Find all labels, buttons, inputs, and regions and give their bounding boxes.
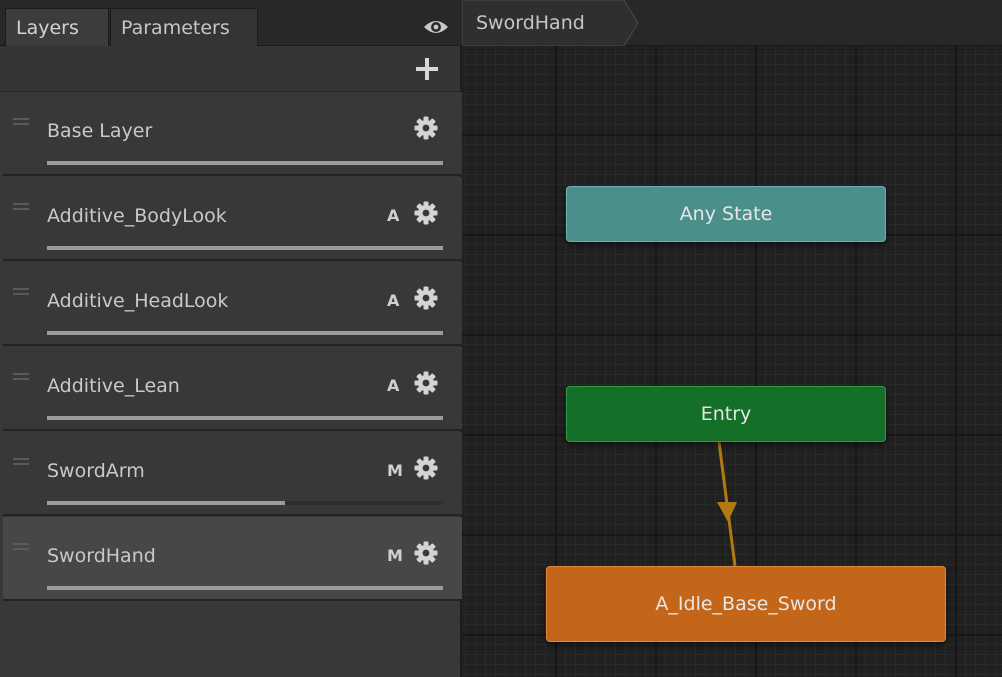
state-node-label: Entry	[700, 403, 752, 425]
tab-layers[interactable]: Layers	[5, 8, 109, 46]
layer-weight-fill	[47, 161, 443, 165]
gear-icon[interactable]	[413, 200, 439, 226]
layer-weight-fill	[47, 331, 443, 335]
plus-icon[interactable]	[412, 54, 442, 84]
layer-name: Base Layer	[47, 120, 153, 142]
layer-weight-fill	[47, 246, 443, 250]
state-node-label: Any State	[679, 203, 773, 225]
layer-item[interactable]: Additive_BodyLook A	[3, 177, 462, 261]
layer-item[interactable]: SwordArm M	[3, 432, 462, 516]
gear-icon[interactable]	[413, 285, 439, 311]
state-node-label: A_Idle_Base_Sword	[655, 593, 837, 615]
layer-name: SwordHand	[47, 545, 156, 567]
drag-handle-icon[interactable]	[13, 118, 29, 127]
drag-handle-icon[interactable]	[13, 203, 29, 212]
gear-icon[interactable]	[413, 455, 439, 481]
state-node-entry[interactable]: Entry	[566, 386, 886, 442]
gear-icon[interactable]	[413, 370, 439, 396]
layer-weight-bar	[47, 501, 443, 505]
layers-toolbar	[0, 46, 460, 92]
gear-icon[interactable]	[413, 115, 439, 141]
layer-name: Additive_Lean	[47, 375, 180, 397]
layer-name: SwordArm	[47, 460, 145, 482]
layer-item[interactable]: SwordHand M	[3, 517, 462, 601]
layer-weight-fill	[47, 501, 285, 505]
layer-weight-fill	[47, 586, 443, 590]
layers-panel: Layers Parameters Base Layer Additive_Bod…	[0, 0, 462, 677]
state-node-default[interactable]: A_Idle_Base_Sword	[546, 566, 946, 642]
drag-handle-icon[interactable]	[13, 543, 29, 552]
layer-item[interactable]: Base Layer	[3, 92, 462, 176]
drag-handle-icon[interactable]	[13, 373, 29, 382]
layer-name: Additive_BodyLook	[47, 205, 227, 227]
breadcrumb-item-current[interactable]: SwordHand	[462, 0, 642, 46]
layer-blend-badge: A	[387, 291, 400, 310]
panel-tab-strip: Layers Parameters	[0, 0, 462, 46]
layer-blend-badge: A	[387, 206, 400, 225]
layer-weight-bar	[47, 246, 443, 250]
layer-weight-bar	[47, 161, 443, 165]
layer-weight-fill	[47, 416, 443, 420]
state-machine-graph[interactable]: Any State Entry A_Idle_Base_Sword	[462, 46, 1002, 677]
breadcrumb-label: SwordHand	[476, 12, 585, 34]
eye-icon[interactable]	[418, 13, 454, 41]
layer-weight-bar	[47, 331, 443, 335]
layer-weight-bar	[47, 416, 443, 420]
layer-name: Additive_HeadLook	[47, 290, 229, 312]
layer-blend-badge: M	[387, 461, 403, 480]
layer-blend-badge: M	[387, 546, 403, 565]
gear-icon[interactable]	[413, 540, 439, 566]
drag-handle-icon[interactable]	[13, 458, 29, 467]
drag-handle-icon[interactable]	[13, 288, 29, 297]
layer-blend-badge: A	[387, 376, 400, 395]
layer-item[interactable]: Additive_Lean A	[3, 347, 462, 431]
layer-item[interactable]: Additive_HeadLook A	[3, 262, 462, 346]
breadcrumb: SwordHand	[462, 0, 1002, 46]
tab-parameters[interactable]: Parameters	[110, 8, 258, 46]
layer-weight-bar	[47, 586, 443, 590]
state-node-any-state[interactable]: Any State	[566, 186, 886, 242]
